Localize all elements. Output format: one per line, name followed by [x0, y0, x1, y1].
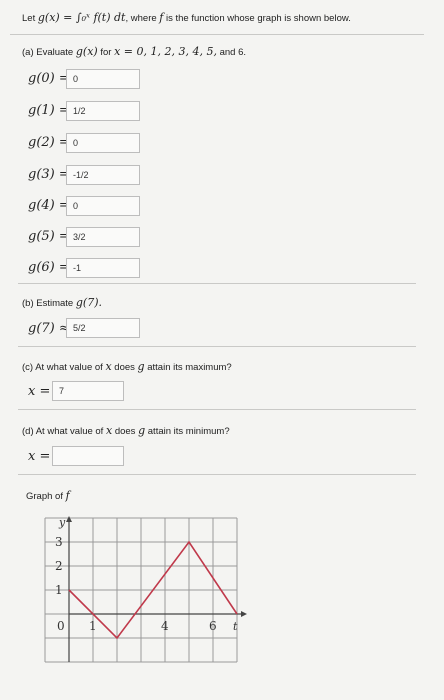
part-c-prompt: (c) At what value of x does g attain its… — [22, 360, 232, 373]
row-label: g(7) ≈ — [28, 321, 70, 336]
answer-field-g4[interactable]: 0 — [66, 196, 140, 216]
part-a-prompt: (a) Evaluate g(x) for x = 0, 1, 2, 3, 4,… — [22, 45, 246, 58]
y-axis-label: y — [58, 516, 66, 529]
answer-field-g1[interactable]: 1/2 — [66, 101, 140, 121]
row-label: g(6) = — [28, 260, 70, 275]
divider — [10, 34, 424, 35]
answer-field-g0[interactable]: 0 — [66, 69, 140, 89]
part-d-x: x — [105, 424, 113, 437]
answer-field-g6[interactable]: -1 — [66, 258, 140, 278]
row-label: g(4) = — [28, 198, 70, 213]
part-d-prompt: (d) At what value of x does g attain its… — [22, 424, 230, 437]
part-c-g: g — [137, 360, 145, 373]
row-label: x = — [28, 384, 51, 399]
y-axis-arrow — [66, 516, 72, 522]
question-suffix-post: is the function whose graph is shown bel… — [166, 13, 351, 24]
graph-title-f: f — [65, 489, 70, 502]
part-d-g: g — [138, 424, 146, 437]
part-a-for: for — [100, 47, 112, 58]
row-label: g(5) = — [28, 229, 70, 244]
answer-field-g7[interactable]: 5/2 — [66, 318, 140, 338]
graph-title: Graph of f — [26, 489, 70, 502]
part-a-and: and 6. — [219, 47, 247, 58]
y-tick-label: 1 — [55, 583, 63, 597]
row-label: x = — [28, 449, 51, 464]
grid — [44, 517, 238, 663]
answer-field-g3[interactable]: -1/2 — [66, 165, 140, 185]
part-b-prompt: (b) Estimate g(7). — [22, 296, 102, 309]
x-tick-labels: 0 1 4 6 — [57, 619, 217, 633]
graph-title-label: Graph of — [26, 491, 63, 502]
x-tick-label: 0 — [57, 619, 65, 633]
divider — [18, 283, 416, 284]
part-b-label: (b) Estimate — [22, 298, 74, 309]
question-prefix: Let — [22, 13, 36, 24]
part-c-text-mid: does — [114, 362, 135, 373]
x-tick-label: 1 — [89, 619, 97, 633]
part-a-label: (a) Evaluate — [22, 47, 74, 58]
row-label: g(0) = — [28, 71, 70, 86]
question-formula: g(x) = ∫₀ˣ f(t) dt — [37, 11, 126, 24]
answer-field-min[interactable] — [52, 446, 124, 466]
x-tick-label: 4 — [161, 619, 169, 633]
part-c-x: x — [105, 360, 112, 373]
part-b-expr: g(7). — [75, 296, 102, 309]
t-axis-arrow — [241, 611, 247, 617]
part-d-text-post: attain its minimum? — [147, 426, 230, 437]
graph-of-f: y t 3 2 1 0 1 4 6 — [44, 516, 247, 663]
divider — [18, 409, 416, 410]
divider — [18, 346, 416, 347]
row-label: g(1) = — [28, 103, 70, 118]
row-label: g(3) = — [28, 167, 70, 182]
answer-field-g2[interactable]: 0 — [66, 133, 140, 153]
part-a-expr: g(x) — [75, 45, 98, 58]
x-tick-label: 6 — [209, 619, 217, 633]
question-text: Let g(x) = ∫₀ˣ f(t) dt, where f is the f… — [22, 11, 351, 24]
row-label: g(2) = — [28, 135, 70, 150]
question-suffix-pre: , where — [125, 13, 157, 24]
part-d-text-mid: does — [114, 426, 136, 437]
divider — [18, 474, 416, 475]
y-tick-labels: 3 2 1 — [55, 535, 63, 597]
y-tick-label: 2 — [55, 559, 63, 573]
y-tick-label: 3 — [55, 535, 63, 549]
t-axis-label: t — [233, 620, 238, 633]
answer-field-max[interactable]: 7 — [52, 381, 124, 401]
part-a-values: x = 0, 1, 2, 3, 4, 5, — [114, 45, 217, 58]
answer-field-g5[interactable]: 3/2 — [66, 227, 140, 247]
part-c-text-pre: (c) At what value of — [22, 362, 103, 373]
part-d-text-pre: (d) At what value of — [22, 426, 104, 437]
part-c-text-post: attain its maximum? — [147, 362, 232, 373]
question-suffix-f: f — [159, 11, 164, 24]
